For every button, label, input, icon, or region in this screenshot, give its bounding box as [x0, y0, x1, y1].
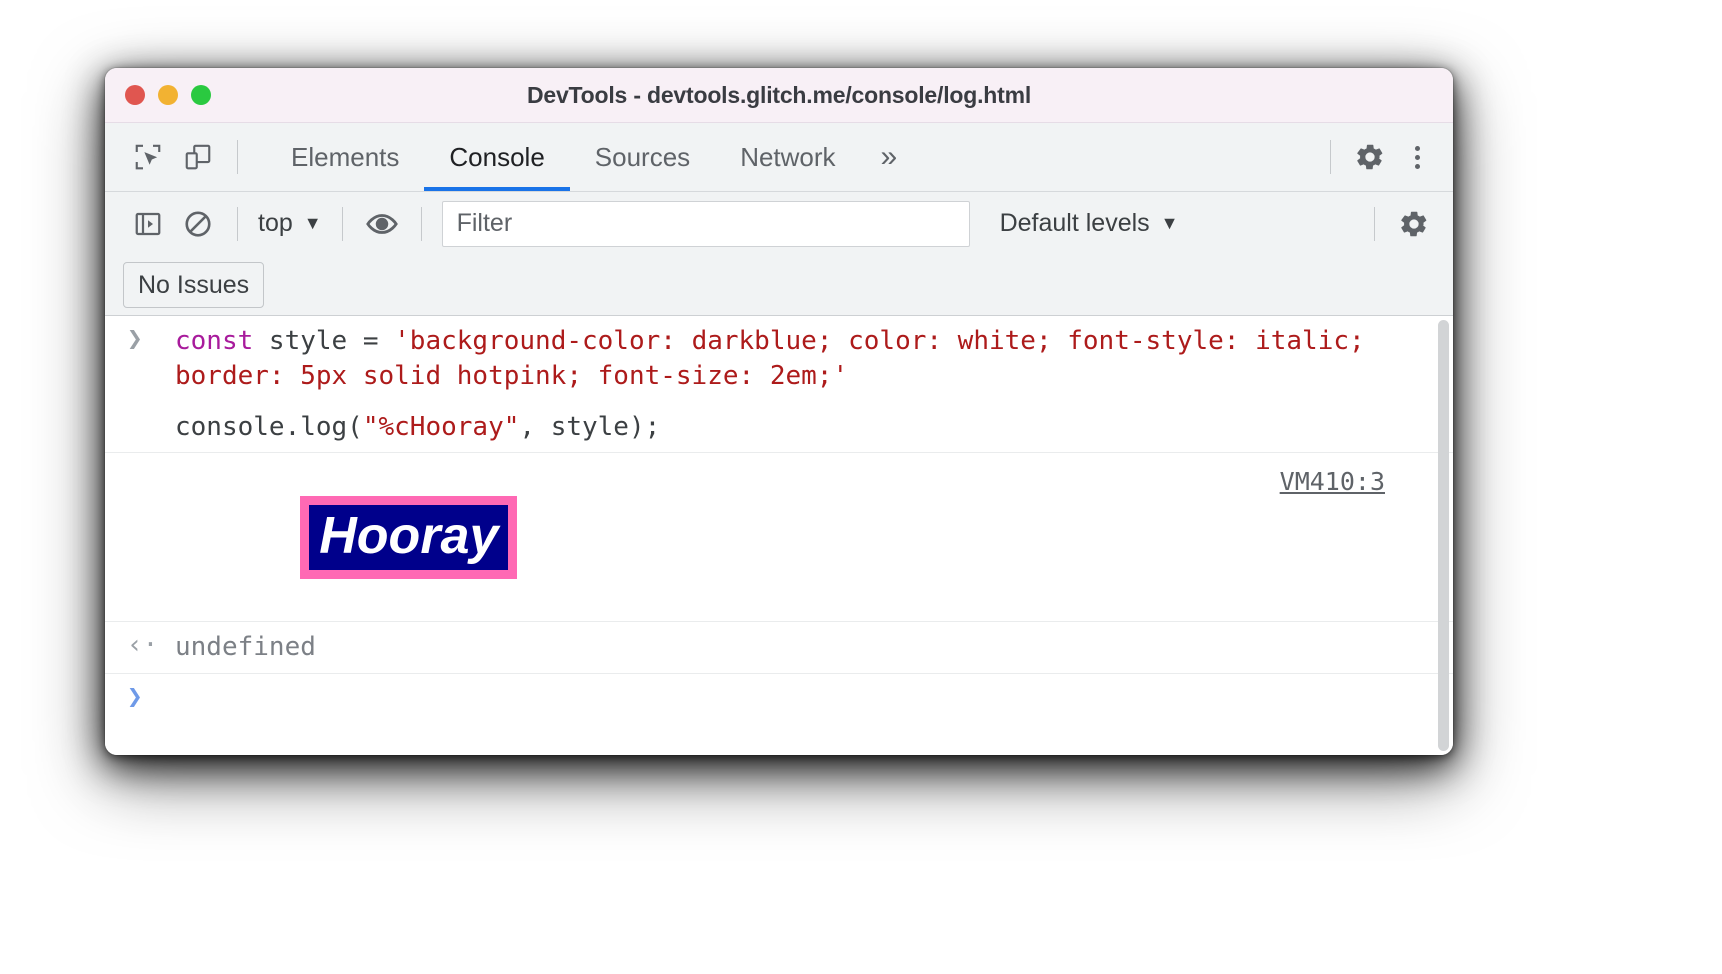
maximize-window-button[interactable]: [191, 85, 211, 105]
close-window-button[interactable]: [125, 85, 145, 105]
execution-context-selector[interactable]: top ▼: [252, 209, 328, 238]
console-input-message-log[interactable]: console.log("%cHooray", style);: [105, 402, 1453, 454]
console-scrollbar-thumb[interactable]: [1438, 320, 1449, 751]
device-toolbar-icon[interactable]: [173, 132, 223, 182]
tab-console[interactable]: Console: [424, 123, 571, 191]
console-settings-gear-icon[interactable]: [1389, 199, 1439, 249]
console-message-list[interactable]: ❯ const style = 'background-color: darkb…: [105, 315, 1453, 755]
window-title: DevTools - devtools.glitch.me/console/lo…: [526, 81, 1032, 108]
devtools-window: DevTools - devtools.glitch.me/console/lo…: [105, 68, 1453, 755]
tab-console-label: Console: [449, 141, 545, 172]
code-token-args: , style);: [519, 411, 661, 442]
filter-input[interactable]: [441, 200, 970, 247]
tab-elements-label: Elements: [291, 141, 400, 172]
clear-console-icon[interactable]: [173, 199, 223, 249]
console-log-code: console.log("%cHooray", style);: [175, 410, 1393, 445]
devtools-tabbar: Elements Console Sources Network »: [105, 123, 1453, 191]
console-toolbar-divider-1: [237, 206, 238, 241]
tabbar-divider: [237, 140, 238, 174]
console-toolbar-divider-3: [420, 206, 422, 241]
console-styled-output-content: Hooray: [175, 461, 1393, 613]
tab-elements[interactable]: Elements: [266, 123, 424, 191]
tab-network-label: Network: [740, 141, 836, 172]
console-sidebar-icon[interactable]: [123, 199, 173, 249]
tabbar-right-divider: [1330, 140, 1331, 174]
log-levels-selector[interactable]: Default levels ▼: [994, 209, 1185, 238]
issues-bar: No Issues: [105, 255, 1453, 315]
console-toolbar-divider-4: [1374, 206, 1375, 241]
live-expression-icon[interactable]: [357, 199, 407, 249]
gear-icon[interactable]: [1345, 132, 1395, 182]
console-result-value: undefined: [175, 632, 316, 663]
result-arrow-icon: ‹·: [127, 630, 159, 661]
more-tabs-chevron-icon[interactable]: »: [861, 140, 918, 174]
window-titlebar: DevTools - devtools.glitch.me/console/lo…: [105, 68, 1453, 123]
code-token-string: "%cHooray": [362, 411, 520, 442]
tab-network[interactable]: Network: [715, 123, 860, 191]
code-token-call: console.log(: [175, 411, 363, 442]
log-levels-label: Default levels: [999, 209, 1150, 237]
prompt-arrow-icon: ❯: [127, 324, 143, 354]
tab-sources-label: Sources: [594, 141, 691, 172]
console-input-code: const style = 'background-color: darkblu…: [175, 324, 1393, 394]
no-issues-button[interactable]: No Issues: [123, 262, 265, 308]
minimize-window-button[interactable]: [158, 85, 178, 105]
tab-sources[interactable]: Sources: [570, 123, 715, 191]
console-styled-output-row[interactable]: Hooray VM410:3: [105, 453, 1453, 623]
panel-tabs: Elements Console Sources Network: [266, 123, 861, 191]
source-location-link[interactable]: VM410:3: [1280, 467, 1385, 496]
inspect-element-icon[interactable]: [123, 132, 173, 182]
console-toolbar-actions: [1360, 199, 1439, 249]
console-toolbar-divider-2: [341, 206, 343, 241]
code-token-keyword: const: [175, 326, 269, 356]
tabbar-actions: [1316, 132, 1439, 182]
traffic-light-controls: [105, 85, 211, 105]
chevron-down-icon: ▼: [1160, 213, 1179, 233]
console-prompt-row[interactable]: ❯: [105, 674, 1453, 714]
chevron-down-icon: ▼: [303, 213, 322, 233]
styled-log-text: Hooray: [300, 496, 518, 579]
execution-context-label: top: [258, 209, 293, 237]
console-input-message[interactable]: ❯ const style = 'background-color: darkb…: [105, 316, 1453, 402]
prompt-arrow-icon: ❯: [127, 682, 143, 713]
kebab-menu-icon[interactable]: [1395, 135, 1439, 179]
console-result-row[interactable]: ‹· undefined: [105, 622, 1453, 675]
console-toolbar: top ▼ Default levels ▼: [105, 191, 1453, 255]
code-token-identifier: style =: [268, 326, 395, 356]
console-scrollbar[interactable]: [1438, 320, 1449, 751]
